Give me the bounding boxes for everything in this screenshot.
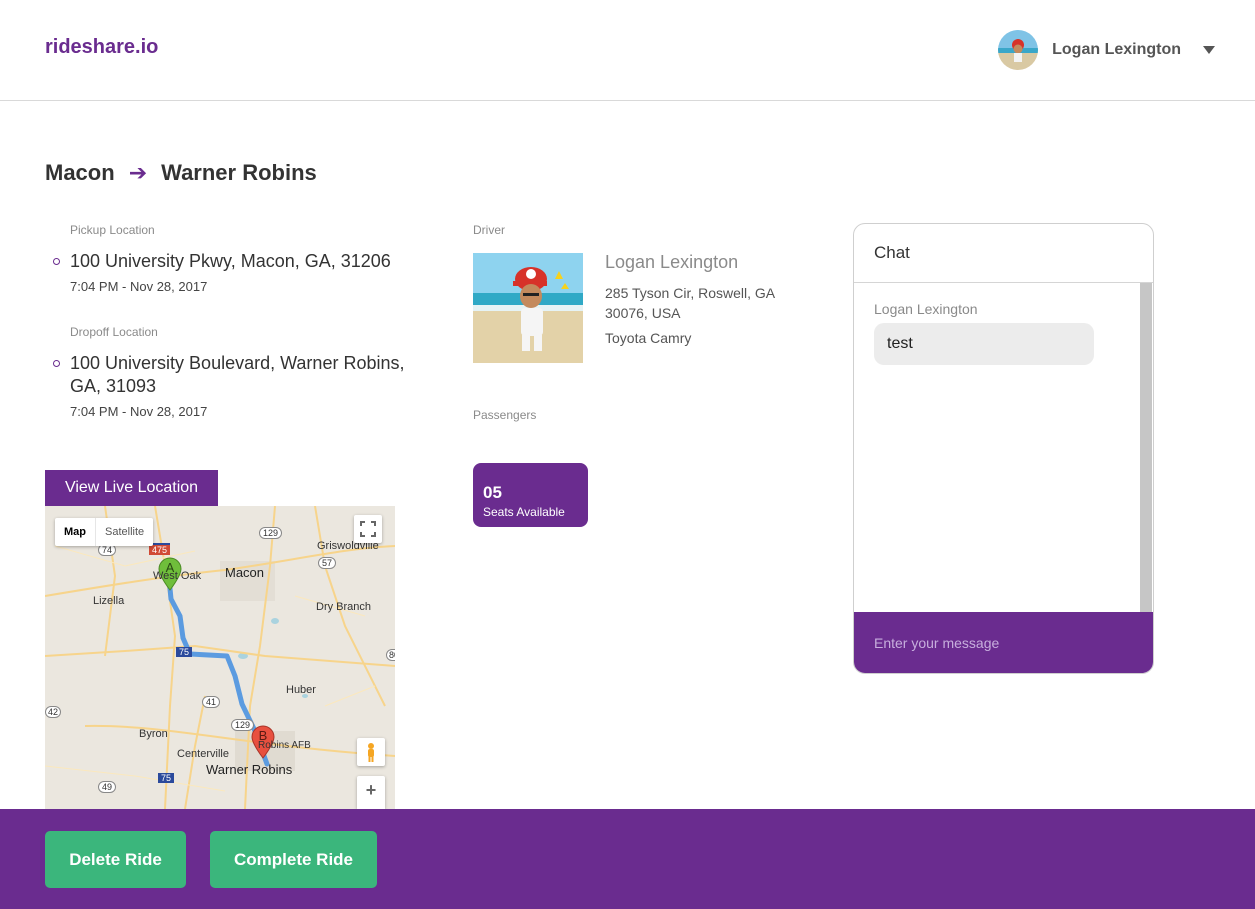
user-menu[interactable]: Logan Lexington — [998, 29, 1215, 71]
seats-available-card: 05 Seats Available — [473, 463, 588, 527]
chat-panel: Chat Logan Lexington test — [853, 223, 1154, 674]
user-name: Logan Lexington — [1052, 41, 1181, 58]
driver-label: Driver — [473, 223, 505, 237]
brand-logo[interactable]: rideshare.io — [45, 36, 158, 59]
message-sender: Logan Lexington — [874, 301, 978, 317]
road-shield: 49 — [98, 781, 117, 793]
map-place-label: Robins AFB — [258, 740, 311, 751]
map-place-label: West Oak — [153, 570, 202, 582]
route-from: Macon — [45, 160, 115, 185]
map-tab-map[interactable]: Map — [55, 518, 95, 546]
pickup-label: Pickup Location — [70, 223, 155, 237]
passengers-label: Passengers — [473, 408, 537, 422]
pickup-time: 7:04 PM - Nov 28, 2017 — [70, 279, 208, 294]
top-bar: rideshare.io Logan Lexington — [0, 0, 1255, 101]
pickup-location: 100 University Pkwy, Macon, GA, 31206 7:… — [53, 250, 440, 294]
map-place-label: Lizella — [93, 595, 125, 607]
map-place-label: Byron — [139, 728, 168, 740]
road-shield: 75 — [176, 647, 193, 657]
dropoff-address: 100 University Boulevard, Warner Robins,… — [70, 353, 405, 396]
route-title: Macon ➔ Warner Robins — [45, 160, 317, 186]
action-footer: Delete Ride Complete Ride — [0, 809, 1255, 909]
road-shield: 75 — [158, 773, 175, 783]
map-place-label: Macon — [225, 565, 265, 580]
map-type-control: Map Satellite — [55, 518, 154, 546]
message-bubble: test — [874, 323, 1094, 365]
fullscreen-icon[interactable] — [354, 515, 382, 543]
seats-count: 05 — [483, 483, 502, 502]
chat-messages[interactable]: Logan Lexington test — [854, 283, 1152, 612]
road-shield: 129 — [259, 527, 283, 539]
dropoff-label: Dropoff Location — [70, 325, 158, 339]
driver-address: 285 Tyson Cir, Roswell, GA 30076, USA — [605, 285, 775, 321]
driver-photo — [473, 253, 583, 363]
street-view-pegman-icon[interactable] — [357, 738, 385, 766]
seats-text: Seats Available — [483, 505, 565, 519]
view-live-location-button[interactable]: View Live Location — [45, 470, 218, 506]
road-shield: 80 — [386, 649, 395, 661]
map-tab-satellite[interactable]: Satellite — [95, 518, 153, 546]
route-to: Warner Robins — [161, 160, 317, 185]
zoom-in-button[interactable]: + — [357, 776, 385, 809]
chat-scrollbar[interactable] — [1140, 283, 1152, 612]
driver-car: Toyota Camry — [605, 330, 692, 346]
map-place-label: Dry Branch — [316, 601, 372, 613]
map-place-label: Huber — [286, 684, 316, 696]
dropoff-dot-icon — [53, 360, 60, 367]
road-shield: 41 — [202, 696, 221, 708]
chevron-down-icon[interactable] — [1203, 46, 1215, 54]
dropoff-location: 100 University Boulevard, Warner Robins,… — [53, 352, 440, 419]
chat-title: Chat — [854, 224, 1153, 283]
map-place-label: Centerville — [177, 748, 229, 760]
chat-message-input[interactable] — [854, 612, 1153, 673]
road-shield: 57 — [318, 557, 337, 569]
user-avatar[interactable] — [998, 30, 1039, 70]
arrow-right-icon: ➔ — [128, 160, 148, 185]
road-shield: 42 — [45, 706, 62, 718]
route-map[interactable]: A B Griswoldville West Oak Macon Lizella… — [45, 506, 395, 809]
map-place-label: Warner Robins — [206, 762, 293, 777]
pickup-address: 100 University Pkwy, Macon, GA, 31206 — [70, 251, 391, 271]
dropoff-time: 7:04 PM - Nov 28, 2017 — [70, 404, 208, 419]
pickup-dot-icon — [53, 258, 60, 265]
complete-ride-button[interactable]: Complete Ride — [210, 831, 377, 888]
driver-name: Logan Lexington — [605, 252, 739, 272]
delete-ride-button[interactable]: Delete Ride — [45, 831, 186, 888]
road-shield: 129 — [231, 719, 255, 731]
